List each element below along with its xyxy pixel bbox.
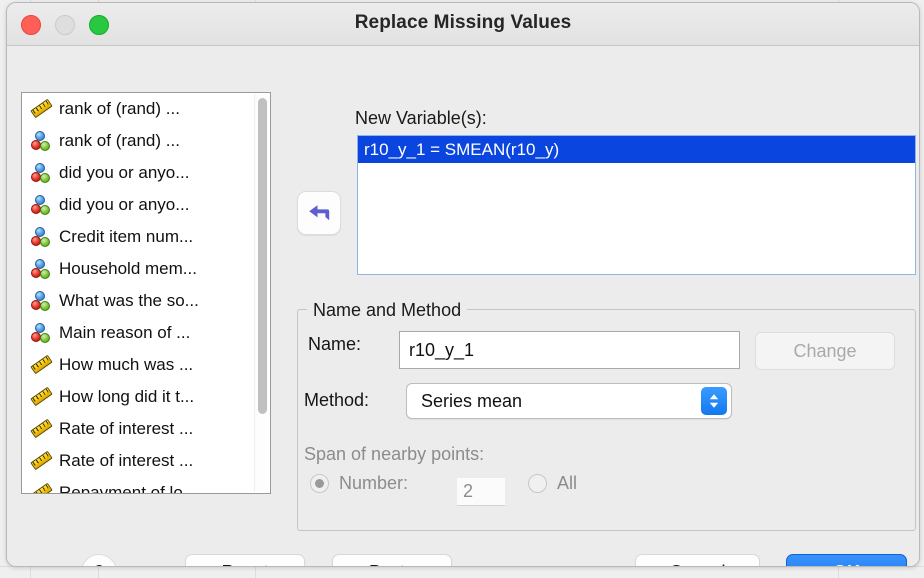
nominal-measure-icon — [30, 226, 52, 248]
reset-button[interactable]: Reset — [185, 554, 305, 566]
list-item[interactable]: rank of (rand) ... — [22, 93, 256, 125]
scale-measure-icon — [30, 98, 52, 120]
list-item[interactable]: did you or anyo... — [22, 157, 256, 189]
method-selected-value: Series mean — [421, 390, 523, 411]
transfer-variable-button[interactable] — [297, 191, 341, 235]
arrow-left-icon — [309, 205, 330, 221]
new-variables-list[interactable]: r10_y_1 = SMEAN(r10_y) — [357, 135, 916, 275]
new-variable-item[interactable]: r10_y_1 = SMEAN(r10_y) — [358, 136, 915, 163]
scale-measure-icon — [30, 482, 52, 493]
name-input[interactable]: r10_y_1 — [399, 331, 740, 369]
span-all-label: All — [557, 473, 578, 493]
list-item[interactable]: Household mem... — [22, 253, 256, 285]
variable-list-scrollbar[interactable] — [254, 94, 269, 492]
list-item-label: rank of (rand) ... — [59, 131, 180, 150]
span-all-radio[interactable] — [528, 474, 547, 493]
span-of-nearby-points-label: Span of nearby points: — [304, 444, 485, 464]
list-item[interactable]: Repayment of lo... — [22, 477, 256, 494]
chevron-updown-icon[interactable] — [701, 387, 727, 415]
list-item[interactable]: How much was ... — [22, 349, 256, 381]
name-and-method-group-title: Name and Method — [307, 300, 468, 321]
nominal-measure-icon — [30, 194, 52, 216]
method-select[interactable]: Series mean — [406, 383, 732, 419]
span-all-radio-row[interactable]: All — [528, 473, 577, 494]
name-label: Name: — [308, 334, 362, 354]
nominal-measure-icon — [30, 162, 52, 184]
list-item-label: Household mem... — [59, 259, 197, 278]
ok-button[interactable]: OK — [786, 554, 907, 566]
scrollbar-thumb[interactable] — [258, 98, 267, 414]
list-item-label: did you or anyo... — [59, 163, 190, 182]
list-item-label: What was the so... — [59, 291, 199, 310]
scale-measure-icon — [30, 354, 52, 376]
list-item-label: Rate of interest ... — [59, 451, 194, 470]
list-item-label: Credit item num... — [59, 227, 194, 246]
list-item-label: How much was ... — [59, 355, 194, 374]
list-item-label: Repayment of lo... — [59, 483, 197, 494]
source-variable-list[interactable]: rank of (rand) ... rank of (rand) ... did … — [21, 92, 271, 494]
nominal-measure-icon — [30, 258, 52, 280]
span-number-radio[interactable] — [310, 474, 329, 493]
list-item-label: rank of (rand) ... — [59, 99, 180, 118]
help-button[interactable]: ? — [81, 554, 117, 566]
nominal-measure-icon — [30, 130, 52, 152]
scale-measure-icon — [30, 418, 52, 440]
scale-measure-icon — [30, 450, 52, 472]
span-number-label: Number: — [339, 473, 409, 493]
dialog-body: rank of (rand) ... rank of (rand) ... did … — [7, 46, 919, 566]
list-item-label: Main reason of ... — [59, 323, 191, 342]
list-item[interactable]: How long did it t... — [22, 381, 256, 413]
nominal-measure-icon — [30, 290, 52, 312]
method-label: Method: — [304, 390, 370, 410]
paste-button[interactable]: Paste — [332, 554, 452, 566]
change-button[interactable]: Change — [755, 332, 895, 370]
list-item[interactable]: Main reason of ... — [22, 317, 256, 349]
list-item[interactable]: Rate of interest ... — [22, 445, 256, 477]
window-title: Replace Missing Values — [354, 12, 572, 33]
scale-measure-icon — [30, 386, 52, 408]
new-variables-label: New Variable(s): — [355, 108, 487, 128]
list-item[interactable]: Credit item num... — [22, 221, 256, 253]
span-number-input[interactable]: 2 — [457, 478, 505, 506]
list-item-label: did you or anyo... — [59, 195, 190, 214]
cancel-button[interactable]: Cancel — [635, 554, 760, 566]
nominal-measure-icon — [30, 322, 52, 344]
list-item[interactable]: Rate of interest ... — [22, 413, 256, 445]
title-bar: Replace Missing Values — [7, 3, 919, 46]
list-item[interactable]: did you or anyo... — [22, 189, 256, 221]
list-item-label: How long did it t... — [59, 387, 195, 406]
replace-missing-values-dialog: Replace Missing Values rank of (rand) ..… — [6, 2, 920, 567]
span-number-radio-row[interactable]: Number: — [310, 473, 408, 494]
list-item[interactable]: What was the so... — [22, 285, 256, 317]
list-item-label: Rate of interest ... — [59, 419, 194, 438]
list-item[interactable]: rank of (rand) ... — [22, 125, 256, 157]
